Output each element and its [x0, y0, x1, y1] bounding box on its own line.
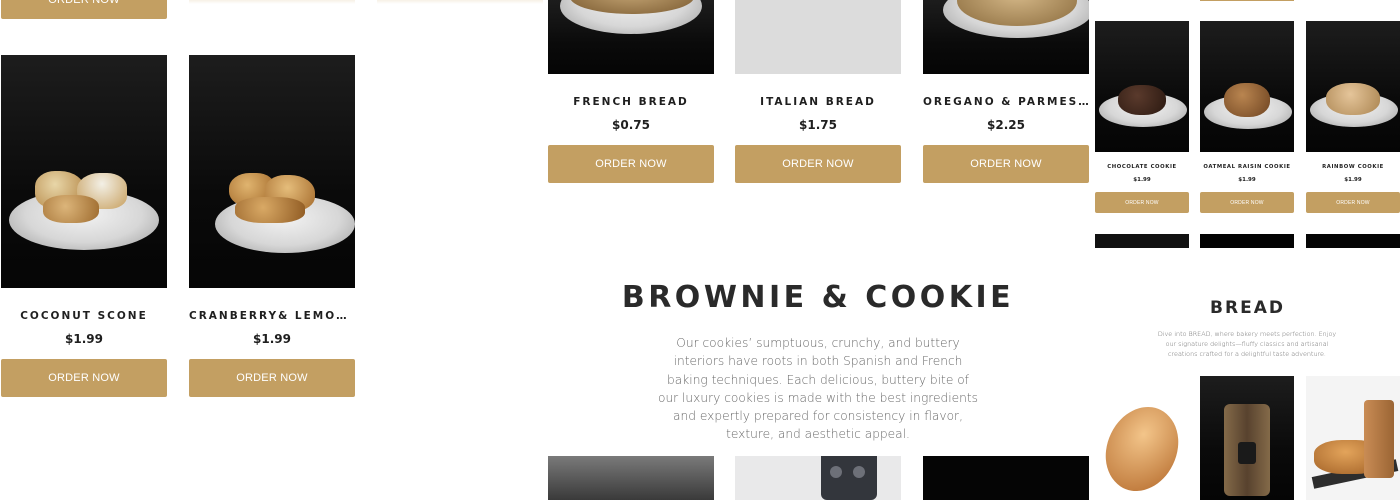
faded-card-edge [189, 0, 355, 4]
product-name[interactable]: OATMEAL RAISIN COOKIE [1200, 164, 1294, 170]
scone-shape [235, 197, 305, 223]
order-now-button[interactable]: ORDER NOW [1, 359, 167, 397]
cookie-stack [1118, 85, 1166, 115]
oregano-parmesan-image[interactable] [923, 0, 1089, 74]
order-now-button[interactable]: ORDER NOW [1200, 192, 1294, 213]
cookie-stack [1326, 83, 1380, 115]
product-price: $1.99 [1238, 177, 1256, 183]
product-name[interactable]: CRANBERRY& LEMON SC... [189, 310, 355, 322]
bread-bag [1364, 400, 1394, 478]
oatmeal-raisin-cookie-image[interactable] [1200, 21, 1294, 152]
order-now-button[interactable]: ORDER NOW [923, 145, 1089, 183]
order-now-button[interactable]: ORDER NOW [1095, 192, 1189, 213]
italian-bread-image[interactable] [735, 0, 901, 74]
rainbow-cookie-image[interactable] [1306, 21, 1400, 152]
bread-loaf-image[interactable] [1095, 376, 1189, 500]
cookie-stack [1224, 83, 1270, 117]
product-name[interactable]: CHOCOLATE COOKIE [1095, 164, 1189, 170]
product-name[interactable]: COCONUT SCONE [1, 310, 167, 322]
product-price: $1.99 [65, 332, 103, 346]
order-now-button[interactable]: ORDER NOW [735, 145, 901, 183]
tray-shape [821, 456, 877, 500]
chocolate-cookie-image[interactable] [1095, 21, 1189, 152]
product-name[interactable]: OREGANO & PARMESAN ... [923, 96, 1089, 108]
product-name[interactable]: RAINBOW COOKIE [1306, 164, 1400, 170]
cookie-image[interactable] [548, 456, 714, 500]
order-now-button[interactable]: ORDER NOW [1, 0, 167, 19]
faded-card-edge [377, 0, 543, 4]
order-now-button[interactable]: ORDER NOW [1306, 192, 1400, 213]
section-description: Our cookies’ sumptuous, crunchy, and but… [657, 336, 979, 442]
french-bread-image[interactable] [548, 0, 714, 74]
brownie-image[interactable] [1095, 234, 1189, 248]
bread-label [1238, 442, 1256, 464]
sliced-bread-image[interactable] [1306, 376, 1400, 500]
product-price: $0.75 [612, 118, 650, 132]
section-description: Dive into BREAD, where bakery meets perf… [1157, 330, 1337, 358]
product-price: $2.25 [987, 118, 1025, 132]
cookie-image[interactable] [923, 456, 1089, 500]
brownie-image[interactable] [1200, 234, 1294, 248]
coconut-scone-image[interactable] [1, 55, 167, 288]
product-price: $1.75 [799, 118, 837, 132]
order-now-button[interactable]: ORDER NOW [548, 145, 714, 183]
product-price: $1.99 [1133, 177, 1151, 183]
tray-shape [830, 466, 842, 478]
order-now-button[interactable]: ORDER NOW [189, 359, 355, 397]
product-price: $1.99 [1344, 177, 1362, 183]
tray-shape [853, 466, 865, 478]
product-price: $1.99 [253, 332, 291, 346]
product-name[interactable]: FRENCH BREAD [548, 96, 714, 108]
cranberry-lemon-scone-image[interactable] [189, 55, 355, 288]
bread-shape [1095, 393, 1189, 500]
scone-shape [43, 195, 99, 223]
mini-button-edge [1200, 0, 1294, 1]
bagged-bread-image[interactable] [1200, 376, 1294, 500]
section-title: BROWNIE & COOKIE [621, 280, 1015, 315]
section-title: BREAD [1210, 298, 1285, 318]
brownie-image[interactable] [1306, 234, 1400, 248]
cookie-image[interactable] [735, 456, 901, 500]
product-name[interactable]: ITALIAN BREAD [735, 96, 901, 108]
